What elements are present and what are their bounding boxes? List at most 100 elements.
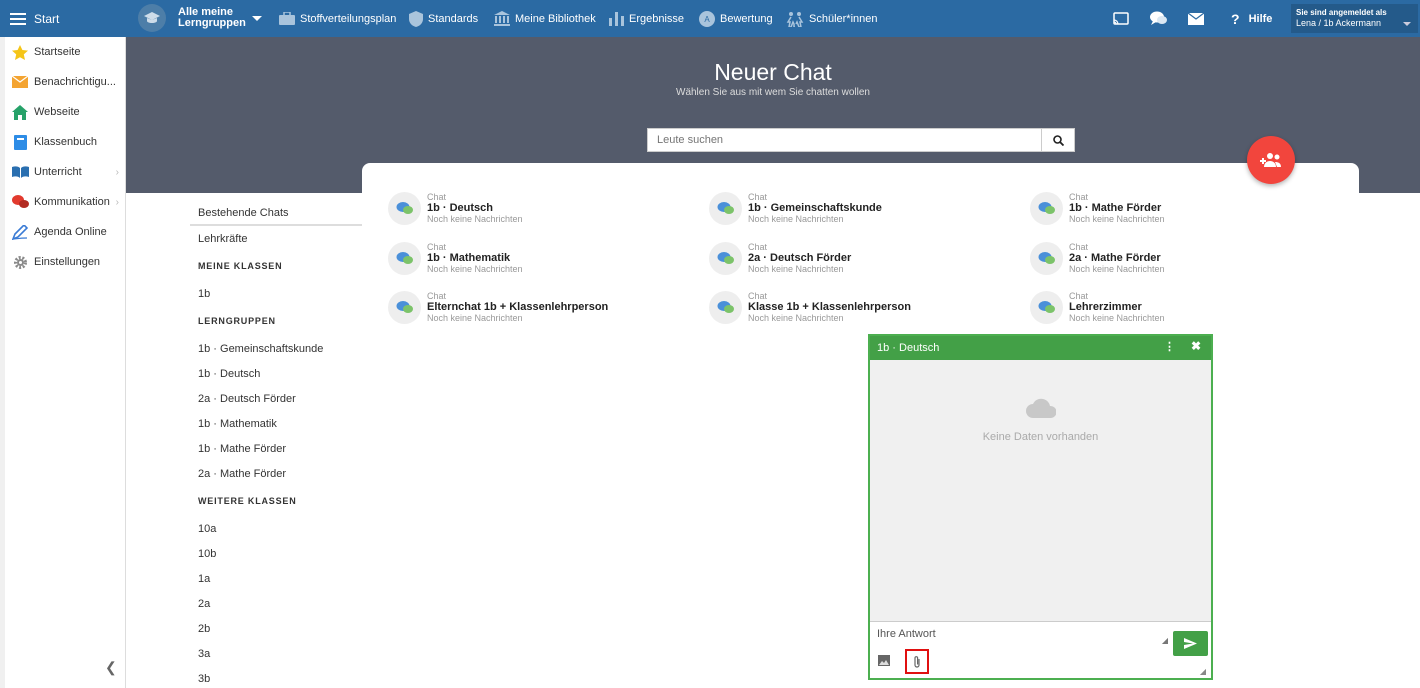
- class-item[interactable]: 1b: [190, 281, 362, 306]
- sidebar-item-benachrichtigungen[interactable]: Benachrichtigu...: [5, 67, 125, 97]
- reply-input[interactable]: Ihre Antwort: [877, 628, 936, 640]
- grading-icon: A: [699, 10, 715, 27]
- chat-window-header: 1b · Deutsch ⋮ ✖: [870, 336, 1211, 360]
- nav-ergebnisse[interactable]: Ergebnisse: [609, 0, 684, 37]
- more-vert-icon[interactable]: ⋮: [1164, 340, 1175, 353]
- chat-icon[interactable]: [1150, 0, 1167, 37]
- nav-standards[interactable]: Standards: [409, 0, 478, 37]
- chat-tile[interactable]: Chat 2a · Deutsch Förder Noch keine Nachri…: [709, 242, 1009, 275]
- tab-lehrkraefte[interactable]: Lehrkräfte: [190, 226, 362, 251]
- learning-groups-dropdown[interactable]: Alle meine Lerngruppen: [138, 4, 262, 32]
- hamburger-icon: [10, 12, 26, 25]
- class-item[interactable]: 2a: [190, 591, 362, 616]
- chat-tile[interactable]: Chat 2a · Mathe Förder Noch keine Nachrich…: [1030, 242, 1330, 275]
- nav-stoffverteilungsplan[interactable]: Stoffverteilungsplan: [279, 0, 396, 37]
- nav-label: Bewertung: [720, 12, 773, 25]
- help-button[interactable]: ? Hilfe: [1231, 0, 1272, 37]
- section-heading: WEITERE KLASSEN: [198, 496, 297, 506]
- help-label: Hilfe: [1248, 12, 1273, 25]
- group-item[interactable]: 1b · Mathematik: [190, 411, 362, 436]
- class-item[interactable]: 1a: [190, 566, 362, 591]
- chat-tile[interactable]: Chat 1b · Mathe Förder Noch keine Nachrich…: [1030, 192, 1330, 225]
- close-icon[interactable]: ✖: [1191, 339, 1201, 353]
- chat-status: Noch keine Nachrichten: [1069, 313, 1165, 323]
- class-item[interactable]: 3b: [190, 666, 362, 688]
- nav-label: Schüler*innen: [809, 12, 878, 25]
- library-icon: [494, 11, 510, 26]
- sidebar-item-label: Benachrichtigu...: [34, 76, 116, 88]
- resize-corner-icon[interactable]: ◢: [1200, 667, 1206, 676]
- nav-schuelerinnen[interactable]: Schüler*innen: [786, 0, 878, 37]
- chat-avatar-icon: [388, 291, 421, 324]
- home-icon: [11, 104, 29, 120]
- chevron-down-icon: [1403, 22, 1411, 26]
- chat-tile[interactable]: Chat Klasse 1b + Klassenlehrperson Noch ke…: [709, 291, 1009, 324]
- chat-status: Noch keine Nachrichten: [1069, 214, 1165, 224]
- chat-tile[interactable]: Chat Elternchat 1b + Klassenlehrperson Noc…: [388, 291, 688, 324]
- collapse-sidebar-icon[interactable]: ❮: [105, 659, 117, 676]
- nav-bewertung[interactable]: A Bewertung: [699, 0, 773, 37]
- chat-tile[interactable]: Chat 1b · Gemeinschaftskunde Noch keine Na…: [709, 192, 1009, 225]
- chat-category-nav: Bestehende Chats Lehrkräfte MEINE KLASSE…: [190, 201, 362, 688]
- class-item[interactable]: 10a: [190, 516, 362, 541]
- class-item[interactable]: 10b: [190, 541, 362, 566]
- empty-state: Keine Daten vorhanden: [870, 398, 1211, 443]
- chat-avatar-icon: [709, 291, 742, 324]
- login-status-dropdown[interactable]: Sie sind angemeldet als Lena / 1b Ackerm…: [1291, 4, 1418, 33]
- tab-bestehende-chats[interactable]: Bestehende Chats: [190, 201, 362, 226]
- empty-state-text: Keine Daten vorhanden: [982, 431, 1099, 443]
- people-search-input[interactable]: [648, 129, 1041, 151]
- group-item[interactable]: 1b · Deutsch: [190, 361, 362, 386]
- attachment-button[interactable]: [905, 649, 929, 674]
- chat-status: Noch keine Nachrichten: [427, 313, 523, 323]
- chat-name: 2a · Mathe Förder: [1069, 252, 1161, 264]
- cast-icon[interactable]: [1113, 0, 1129, 37]
- nav-meine-bibliothek[interactable]: Meine Bibliothek: [494, 0, 596, 37]
- add-group-chat-button[interactable]: [1247, 136, 1295, 184]
- chat-tile[interactable]: Chat 1b · Deutsch Noch keine Nachrichten: [388, 192, 688, 225]
- chat-avatar-icon: [1030, 192, 1063, 225]
- chat-status: Noch keine Nachrichten: [748, 214, 844, 224]
- chat-tile[interactable]: Chat Lehrerzimmer Noch keine Nachrichten: [1030, 291, 1330, 324]
- mail-icon[interactable]: [1188, 0, 1204, 37]
- chat-avatar-icon: [709, 192, 742, 225]
- group-item[interactable]: 2a · Deutsch Förder: [190, 386, 362, 411]
- sidebar-item-webseite[interactable]: Webseite: [5, 97, 125, 127]
- group-item[interactable]: 2a · Mathe Förder: [190, 461, 362, 486]
- sidebar-item-label: Klassenbuch: [34, 136, 97, 148]
- start-label: Start: [34, 11, 60, 26]
- chat-name: 1b · Deutsch: [427, 202, 494, 214]
- nav-label: Standards: [428, 12, 479, 25]
- send-icon: [1184, 638, 1197, 649]
- chat-tile[interactable]: Chat 1b · Mathematik Noch keine Nachrichte…: [388, 242, 688, 275]
- sidebar-item-kommunikation[interactable]: Kommunikation ›: [5, 187, 125, 217]
- sidebar-item-klassenbuch[interactable]: Klassenbuch: [5, 127, 125, 157]
- search-icon: [1052, 134, 1064, 146]
- chat-avatar-icon: [1030, 291, 1063, 324]
- sidebar: Startseite Benachrichtigu... Webseite Kl…: [5, 37, 126, 688]
- sidebar-item-agenda-online[interactable]: Agenda Online: [5, 217, 125, 247]
- chat-status: Noch keine Nachrichten: [427, 264, 523, 274]
- book-icon: [11, 134, 29, 150]
- chat-avatar-icon: [1030, 242, 1063, 275]
- sidebar-item-startseite[interactable]: Startseite: [5, 37, 125, 67]
- page-subtitle: Wählen Sie aus mit wem Sie chatten wolle…: [676, 87, 870, 98]
- start-menu-button[interactable]: Start: [0, 0, 126, 37]
- resize-handle-icon[interactable]: ◢: [1162, 636, 1168, 645]
- briefcase-icon: [279, 11, 295, 26]
- group-item[interactable]: 1b · Gemeinschaftskunde: [190, 336, 362, 361]
- class-item[interactable]: 3a: [190, 641, 362, 666]
- search-button[interactable]: [1041, 129, 1074, 151]
- sidebar-item-einstellungen[interactable]: Einstellungen: [5, 247, 125, 277]
- send-button[interactable]: [1173, 631, 1208, 656]
- group-item[interactable]: 1b · Mathe Förder: [190, 436, 362, 461]
- chat-window: 1b · Deutsch ⋮ ✖ Keine Daten vorhanden I…: [868, 334, 1213, 680]
- sidebar-item-label: Unterricht: [34, 166, 82, 178]
- add-group-icon: [1260, 153, 1281, 167]
- sidebar-item-unterricht[interactable]: Unterricht ›: [5, 157, 125, 187]
- image-upload-icon[interactable]: [878, 655, 890, 669]
- students-icon: [786, 11, 804, 27]
- class-item[interactable]: 2b: [190, 616, 362, 641]
- graduation-cap-icon: [138, 4, 166, 32]
- nav-label: Ergebnisse: [629, 12, 685, 25]
